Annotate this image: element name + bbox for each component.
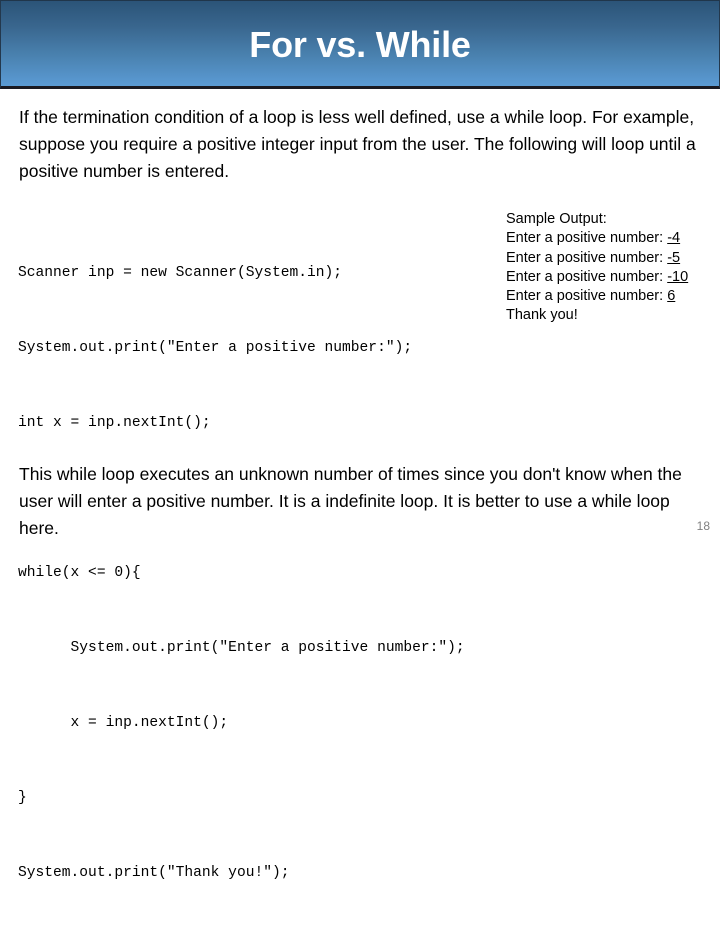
- code-line: System.out.print("Enter a positive numbe…: [18, 340, 413, 356]
- sample-output-prompt: Enter a positive number:: [506, 249, 664, 266]
- sample-output-user-input: -10: [667, 268, 689, 285]
- sample-output-entry: Enter a positive number: -4: [506, 229, 720, 248]
- code-line: }: [18, 790, 27, 806]
- intro-paragraph: If the termination condition of a loop i…: [19, 107, 696, 181]
- sample-output-prompt: Enter a positive number:: [506, 288, 664, 305]
- page-title: For vs. While: [249, 24, 471, 65]
- slide-number: 18: [696, 519, 710, 533]
- title-banner: For vs. While: [0, 0, 720, 89]
- code-line: int x = inp.nextInt();: [18, 415, 211, 431]
- sample-output-user-input: 6: [667, 288, 676, 305]
- slide: For vs. While If the termination conditi…: [0, 0, 720, 881]
- sample-output-entry: Enter a positive number: -10: [506, 268, 720, 287]
- code-block: Scanner inp = new Scanner(System.in); Sy…: [18, 211, 578, 936]
- code-line: System.out.print("Enter a positive numbe…: [18, 640, 465, 656]
- sample-output-entry: Enter a positive number: -5: [506, 249, 720, 268]
- sample-output-user-input: -4: [667, 230, 681, 247]
- sample-output-user-input: -5: [667, 249, 681, 266]
- code-line: while(x <= 0){: [18, 565, 141, 581]
- sample-output-final-line: Thank you!: [506, 307, 578, 324]
- code-line: Scanner inp = new Scanner(System.in);: [18, 265, 343, 281]
- sample-output-heading: Sample Output:: [506, 211, 607, 227]
- sample-output-panel: Sample Output: Enter a positive number: …: [506, 210, 720, 326]
- code-line: System.out.print("Thank you!");: [18, 865, 290, 881]
- sample-output-entry: Enter a positive number: 6: [506, 287, 720, 306]
- code-line: x = inp.nextInt();: [18, 715, 229, 731]
- sample-output-prompt: Enter a positive number:: [506, 230, 664, 247]
- sample-output-prompt: Enter a positive number:: [506, 268, 664, 285]
- outro-paragraph: This while loop executes an unknown numb…: [19, 464, 682, 538]
